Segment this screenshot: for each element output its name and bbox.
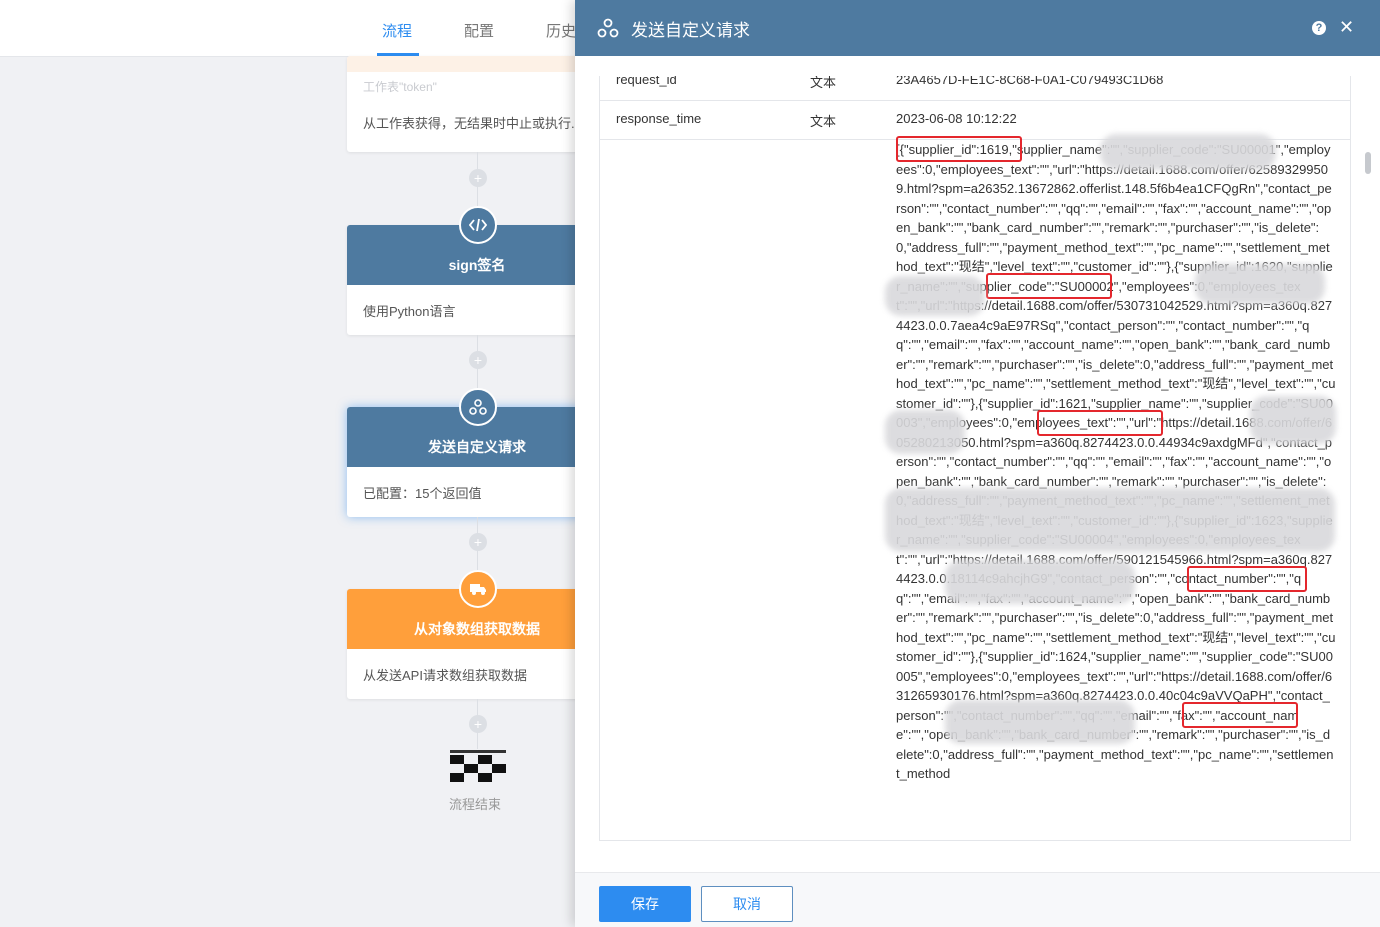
node-desc: 使用Python语言 [363, 303, 456, 319]
flow-end-label: 流程结束 [448, 797, 501, 812]
drawer-footer: 保存 取消 [575, 872, 1380, 927]
highlight-box [896, 136, 1022, 162]
blur-mask [885, 410, 965, 454]
node-title: 发送自定义请求 [428, 439, 526, 455]
blur-mask [945, 560, 1135, 604]
node-head-strip [347, 56, 607, 72]
node-title: sign签名 [448, 257, 506, 273]
tab-history[interactable]: 历史 [546, 20, 576, 41]
return-values-table: request_id 文本 23A4657D-FE1C-8C68-F0A1-C0… [599, 76, 1351, 841]
webhook-icon [597, 17, 619, 39]
blur-mask [1250, 396, 1336, 444]
blur-mask [885, 276, 985, 316]
save-button[interactable]: 保存 [599, 886, 691, 922]
node-desc: 已配置：15个返回值 [363, 485, 482, 501]
webhook-icon [459, 388, 497, 426]
drawer-scrollbar[interactable] [1365, 152, 1371, 174]
cancel-button[interactable]: 取消 [701, 886, 793, 922]
truck-icon [459, 570, 497, 608]
flow-node-worksheet[interactable]: 工作表"token" 从工作表获得，无结果时中止或执行... [347, 56, 607, 152]
field-value: 23A4657D-FE1C-8C68-F0A1-C079493C1D68 [896, 76, 1164, 87]
webhook-drawer: 发送自定义请求 ? ✕ request_id 文本 23A4657D-FE1C-… [575, 0, 1380, 927]
drawer-title: 发送自定义请求 [631, 20, 750, 40]
add-node-button[interactable]: + [469, 169, 487, 187]
blur-mask [945, 700, 1135, 744]
help-icon[interactable]: ? [1312, 21, 1326, 35]
highlight-box [1037, 410, 1163, 436]
close-icon[interactable]: ✕ [1339, 17, 1354, 38]
blur-mask [1100, 134, 1276, 170]
blur-mask [885, 488, 1335, 552]
highlight-box [1187, 566, 1307, 592]
node-hint: 工作表"token" [363, 80, 437, 94]
tab-flow[interactable]: 流程 [382, 20, 412, 41]
drawer-body: request_id 文本 23A4657D-FE1C-8C68-F0A1-C0… [575, 56, 1380, 872]
highlight-box [1182, 702, 1298, 728]
highlight-box [986, 273, 1112, 299]
add-node-button[interactable]: + [469, 351, 487, 369]
field-name: request_id [616, 76, 677, 87]
field-name: response_time [616, 111, 702, 126]
field-type: 文本 [810, 76, 837, 90]
response-json-value: [{"supplier_id":1619,"supplier_name":"",… [896, 142, 1336, 781]
node-desc: 从发送API请求数组获取数据 [363, 667, 527, 683]
blur-mask [1195, 264, 1325, 304]
field-value: 2023-06-08 10:12:22 [896, 111, 1017, 126]
node-title: 从对象数组获取数据 [414, 621, 540, 637]
add-node-button[interactable]: + [469, 533, 487, 551]
drawer-header: 发送自定义请求 ? ✕ [575, 0, 1380, 56]
node-desc: 从工作表获得，无结果时中止或执行... [363, 115, 582, 131]
finish-flag-icon [450, 750, 506, 783]
table-row: request_id 文本 23A4657D-FE1C-8C68-F0A1-C0… [600, 76, 1350, 101]
field-type: 文本 [810, 114, 837, 129]
tab-config[interactable]: 配置 [464, 20, 494, 41]
add-node-button[interactable]: + [469, 715, 487, 733]
code-icon [459, 206, 497, 244]
